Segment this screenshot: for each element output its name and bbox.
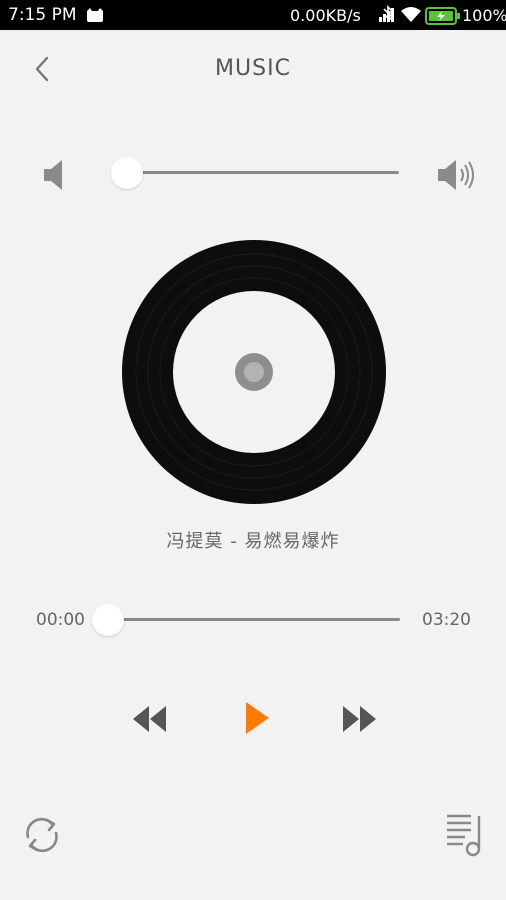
- volume-high-icon[interactable]: [436, 158, 476, 196]
- play-icon: [246, 702, 269, 734]
- repeat-button[interactable]: [20, 813, 64, 861]
- page-title: MUSIC: [215, 56, 291, 81]
- cat-icon: [86, 7, 104, 26]
- playlist-icon: [447, 814, 481, 857]
- playlist-button[interactable]: [445, 812, 485, 862]
- duration-time: 03:20: [422, 610, 471, 630]
- battery-charging-icon: [425, 7, 461, 29]
- status-bar: 7:15 PM 0.00KB/s 100%: [0, 0, 506, 30]
- fast-forward-icon: [343, 706, 376, 732]
- net-speed: 0.00KB/s: [290, 6, 361, 25]
- status-time: 7:15 PM: [8, 5, 77, 25]
- volume-slider-thumb[interactable]: [111, 157, 143, 189]
- battery-percent: 100%: [462, 6, 506, 25]
- rewind-icon: [133, 706, 166, 732]
- volume-low-icon[interactable]: [42, 158, 68, 196]
- progress-slider-track[interactable]: [108, 618, 400, 621]
- current-time: 00:00: [36, 610, 85, 630]
- wifi-icon: [400, 5, 422, 27]
- album-disc: [121, 239, 387, 509]
- rewind-button[interactable]: [131, 704, 169, 738]
- signal-icon: [378, 6, 396, 26]
- play-button[interactable]: [243, 700, 271, 740]
- progress-slider-thumb[interactable]: [92, 604, 124, 636]
- song-title: 冯提莫 - 易燃易爆炸: [166, 531, 340, 552]
- volume-slider-track[interactable]: [127, 171, 399, 174]
- fast-forward-button[interactable]: [340, 704, 378, 738]
- repeat-icon: [26, 817, 58, 853]
